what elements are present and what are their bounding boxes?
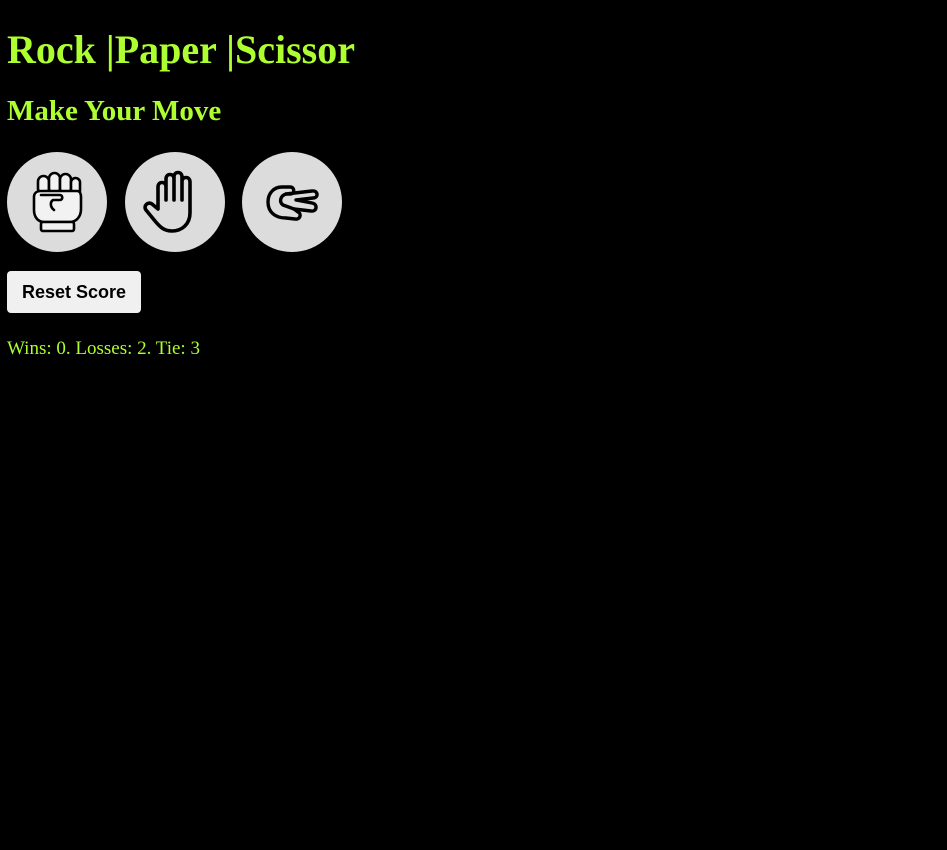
fist-icon [32, 171, 83, 233]
page-title: Rock |Paper |Scissor [7, 27, 355, 72]
game-page: Rock |Paper |Scissor Make Your Move Rese… [0, 0, 947, 361]
scissors-button[interactable] [242, 152, 342, 252]
scissors-hand-icon [266, 185, 319, 221]
reset-score-button[interactable]: Reset Score [7, 271, 142, 313]
open-hand-icon [143, 170, 192, 233]
rock-button[interactable] [7, 152, 107, 252]
make-move-heading: Make Your Move [7, 95, 222, 127]
move-buttons [7, 152, 940, 252]
paper-button[interactable] [125, 152, 225, 252]
score-text: Wins: 0. Losses: 2. Tie: 3 [7, 338, 200, 359]
